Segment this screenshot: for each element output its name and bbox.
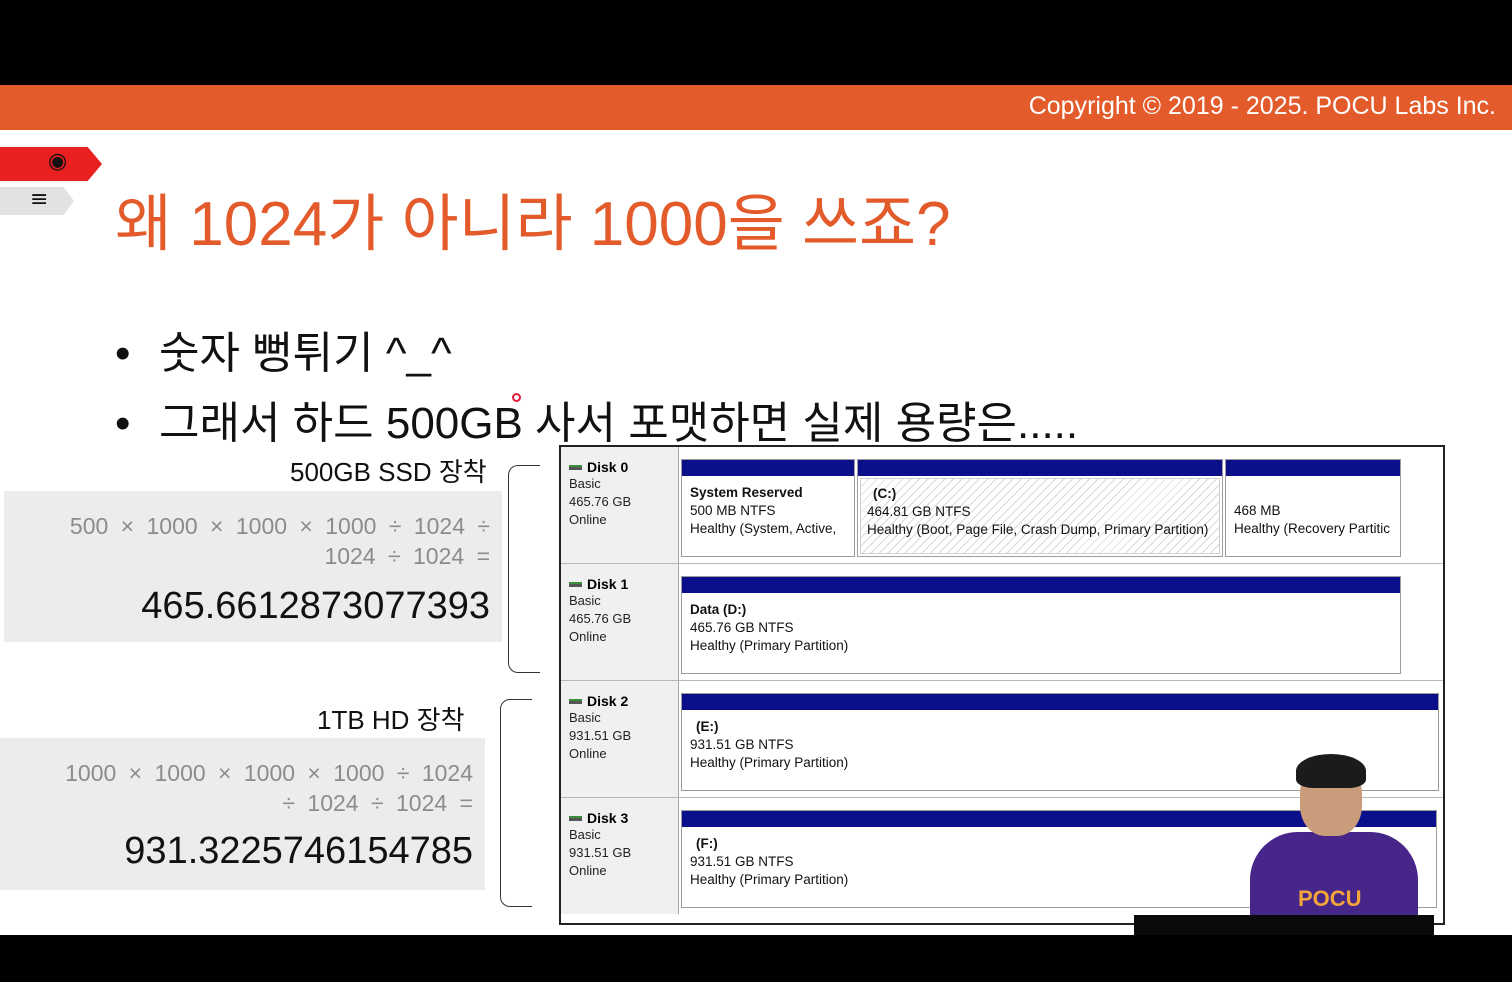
brace-hd: [500, 699, 532, 907]
partition-size: 468 MB: [1234, 503, 1281, 518]
disk-status: Online: [569, 863, 607, 878]
disk-row-0: Disk 0 Basic 465.76 GB Online System Res…: [561, 447, 1443, 564]
partition-health: Healthy (Primary Partition): [690, 638, 849, 653]
presenter-video: POCU: [1220, 754, 1460, 935]
disk-name: Disk 0: [587, 459, 629, 475]
bullet-dot: •: [115, 399, 131, 448]
calc-result: 465.6612873077393: [141, 585, 490, 627]
presenter-hair: [1296, 754, 1366, 788]
slide-title: 왜 1024가 아니라 1000을 쓰죠?: [115, 190, 951, 259]
disk-info: Disk 1 Basic 465.76 GB Online: [561, 564, 679, 680]
disk-status: Online: [569, 629, 607, 644]
partition-name: System Reserved: [690, 485, 803, 500]
bullet-text: 숫자 뻥튀기 ^_^: [159, 329, 452, 378]
partition-size: 500 MB NTFS: [690, 503, 776, 518]
partition-name: Data (D:): [690, 602, 747, 617]
partition-recovery[interactable]: 468 MB Healthy (Recovery Partitic: [1225, 459, 1401, 557]
disk-type: Basic: [569, 476, 601, 491]
disk-info: Disk 3 Basic 931.51 GB Online: [561, 798, 679, 914]
calc-expression: 500 × 1000 × 1000 × 1000 ÷ 1024 ÷: [69, 513, 490, 539]
partition-health: Healthy (Boot, Page File, Crash Dump, Pr…: [867, 522, 1209, 537]
bullet-text: 그래서 하드 500GB 사서 포맷하면 실제 용량은.....: [159, 399, 1079, 448]
partition-name: (C:): [873, 486, 897, 501]
disk-info: Disk 2 Basic 931.51 GB Online: [561, 681, 679, 797]
calc-box-ssd: 500 × 1000 × 1000 × 1000 ÷ 1024 ÷ 1024 ÷…: [4, 491, 502, 642]
laser-pointer: [512, 393, 521, 402]
disk-status: Online: [569, 746, 607, 761]
partition-d[interactable]: Data (D:) 465.76 GB NTFS Healthy (Primar…: [681, 576, 1401, 674]
calc-expression: ÷ 1024 ÷ 1024 =: [282, 790, 473, 816]
disk-size: 465.76 GB: [569, 611, 632, 626]
lecture-slide: Copyright © 2019 - 2025. POCU Labs Inc. …: [0, 85, 1512, 935]
bullet-1: • 숫자 뻥튀기 ^_^: [115, 317, 452, 381]
disk-icon: [569, 581, 582, 587]
disk-status: Online: [569, 512, 607, 527]
header-band: Copyright © 2019 - 2025. POCU Labs Inc.: [0, 85, 1512, 130]
partition-name: [1234, 484, 1398, 502]
disk-info: Disk 0 Basic 465.76 GB Online: [561, 447, 679, 563]
partition-size: 465.76 GB NTFS: [690, 620, 794, 635]
copyright-text: Copyright © 2019 - 2025. POCU Labs Inc.: [1028, 92, 1496, 120]
letterbox-top: [0, 0, 1512, 85]
partition-size: 464.81 GB NTFS: [867, 504, 971, 519]
disk-name: Disk 2: [587, 693, 629, 709]
calc-label-ssd: 500GB SSD 장착: [290, 457, 487, 487]
letterbox-bottom: [0, 935, 1512, 982]
partition-c[interactable]: (C:) 464.81 GB NTFS Healthy (Boot, Page …: [857, 459, 1223, 557]
disk-size: 465.76 GB: [569, 494, 632, 509]
shirt-logo: POCU: [1298, 886, 1362, 911]
partition-system-reserved[interactable]: System Reserved 500 MB NTFS Healthy (Sys…: [681, 459, 855, 557]
partition-name: (E:): [696, 719, 719, 734]
disk-name: Disk 3: [587, 810, 629, 826]
calc-expression: 1000 × 1000 × 1000 × 1000 ÷ 1024: [65, 760, 473, 786]
disk-icon: [569, 698, 582, 704]
partition-size: 931.51 GB NTFS: [690, 737, 794, 752]
disk-row-1: Disk 1 Basic 465.76 GB Online Data (D:) …: [561, 564, 1443, 681]
calc-box-hd: 1000 × 1000 × 1000 × 1000 ÷ 1024 ÷ 1024 …: [0, 738, 485, 890]
calc-label-hd: 1TB HD 장착: [317, 705, 465, 735]
bullet-dot: •: [115, 329, 131, 378]
partition-health: Healthy (Recovery Partitic: [1234, 521, 1391, 536]
calc-expression: 1024 ÷ 1024 =: [324, 543, 490, 569]
disk-type: Basic: [569, 827, 601, 842]
disk-icon: [569, 464, 582, 470]
presenter-desk: [1134, 915, 1434, 935]
brain-icon: ◉: [48, 149, 68, 174]
disk-icon: [569, 815, 582, 821]
book-stack-icon: ≡: [30, 187, 49, 212]
disk-type: Basic: [569, 593, 601, 608]
calc-result: 931.3225746154785: [124, 830, 473, 872]
partition-health: Healthy (System, Active,: [690, 521, 837, 536]
brace-ssd: [508, 465, 540, 673]
disk-size: 931.51 GB: [569, 845, 632, 860]
bullet-2: • 그래서 하드 500GB 사서 포맷하면 실제 용량은.....: [115, 387, 1078, 451]
disk-type: Basic: [569, 710, 601, 725]
disk-name: Disk 1: [587, 576, 629, 592]
disk-size: 931.51 GB: [569, 728, 632, 743]
